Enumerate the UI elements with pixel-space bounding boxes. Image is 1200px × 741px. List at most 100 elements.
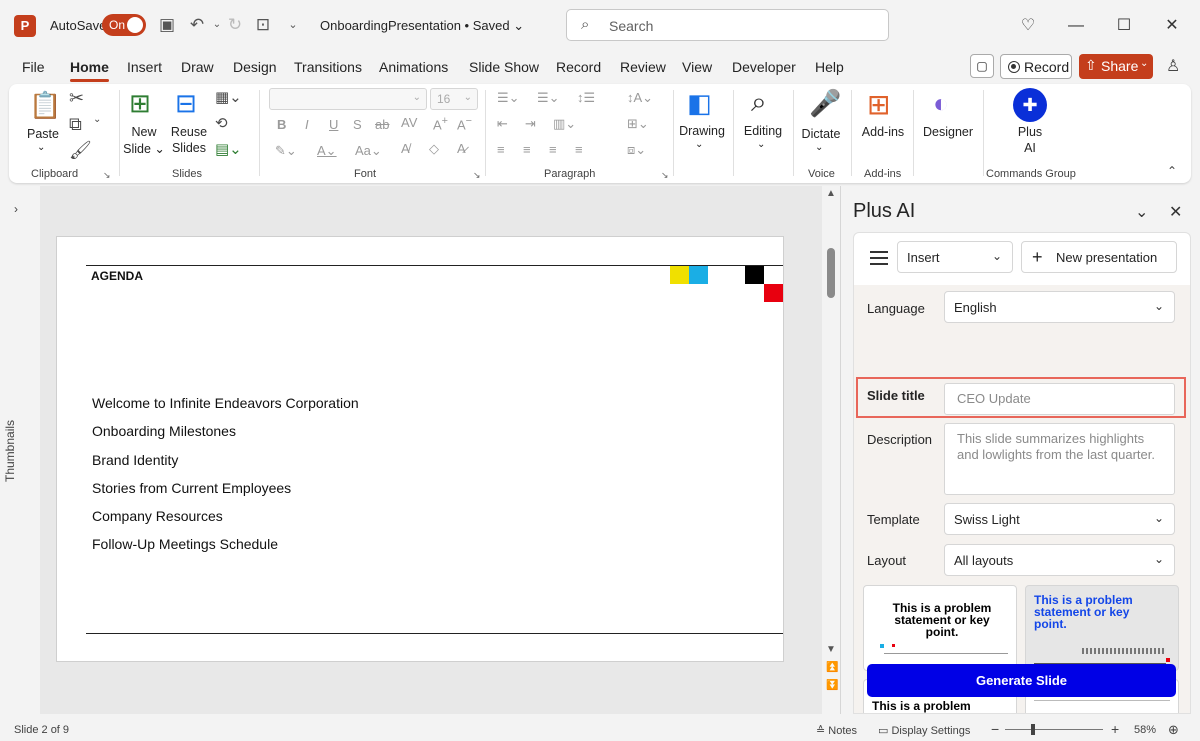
- font-color-icon[interactable]: A⌄: [317, 143, 337, 159]
- zoom-in-icon[interactable]: +: [1111, 721, 1119, 737]
- layout-icon[interactable]: ▦⌄: [215, 88, 242, 106]
- paste-button[interactable]: Paste: [25, 127, 61, 141]
- paragraph-launcher-icon[interactable]: ↘: [661, 170, 669, 181]
- text-effects-icon[interactable]: A̷: [457, 141, 466, 156]
- maximize-button[interactable]: ☐: [1112, 14, 1136, 38]
- comments-icon[interactable]: ▢: [970, 54, 994, 78]
- plus-ai-label-1[interactable]: Plus: [1010, 125, 1050, 139]
- change-case-button[interactable]: Aa⌄: [355, 143, 382, 159]
- pane-options-icon[interactable]: ⌄: [1135, 202, 1148, 222]
- addins-grid-icon[interactable]: ⊞: [867, 88, 890, 121]
- drawing-shapes-icon[interactable]: ◧: [687, 88, 712, 119]
- display-settings-button[interactable]: ▭ Display Settings: [878, 724, 970, 737]
- language-dropdown[interactable]: English ⌄: [944, 291, 1175, 323]
- plus-ai-icon[interactable]: ✚: [1013, 88, 1047, 122]
- scroll-thumb[interactable]: [827, 248, 835, 298]
- present-icon[interactable]: ⊡: [252, 14, 274, 36]
- dictate-button[interactable]: Dictate: [797, 127, 845, 141]
- tab-file[interactable]: File: [22, 59, 45, 75]
- align-center-icon[interactable]: ≡: [523, 142, 531, 157]
- layout-card[interactable]: This is a problem statement or key point…: [863, 585, 1017, 671]
- new-slide-icon[interactable]: ⊞: [129, 88, 151, 119]
- drawing-button[interactable]: Drawing: [675, 124, 729, 138]
- microphone-icon[interactable]: 🎤: [809, 88, 841, 119]
- search-box[interactable]: ⌕ Search: [566, 9, 889, 41]
- layout-dropdown[interactable]: All layouts ⌄: [944, 544, 1175, 576]
- font-name-dropdown[interactable]: ⌄: [269, 88, 427, 110]
- new-slide-button[interactable]: Slide ⌄: [121, 141, 167, 156]
- zoom-out-icon[interactable]: −: [991, 721, 999, 737]
- menu-icon[interactable]: [870, 251, 888, 265]
- slide-heading[interactable]: AGENDA: [91, 269, 143, 283]
- scroll-down-icon[interactable]: ▼: [826, 644, 836, 655]
- reuse-slides-label-1[interactable]: Reuse: [169, 125, 209, 139]
- align-text-icon[interactable]: ⊞⌄: [627, 116, 649, 132]
- shadow-button[interactable]: S: [353, 117, 362, 132]
- editing-button[interactable]: Editing: [739, 124, 787, 138]
- record-button[interactable]: Record: [1000, 54, 1072, 79]
- plus-ai-button[interactable]: AI: [1010, 141, 1050, 155]
- agenda-item[interactable]: Welcome to Infinite Endeavors Corporatio…: [92, 395, 359, 411]
- cut-icon[interactable]: ✂: [69, 88, 84, 109]
- agenda-item[interactable]: Company Resources: [92, 508, 223, 524]
- zoom-slider-thumb[interactable]: [1031, 724, 1035, 735]
- decrease-font-icon[interactable]: A−: [457, 115, 472, 132]
- bold-button[interactable]: B: [277, 117, 286, 132]
- smartart-icon[interactable]: ⧈⌄: [627, 142, 646, 158]
- columns-icon[interactable]: ▥⌄: [553, 116, 576, 132]
- next-slide-icon[interactable]: ⏬: [826, 680, 838, 691]
- autosave-toggle[interactable]: On: [102, 14, 146, 36]
- scroll-up-icon[interactable]: ▲: [826, 188, 836, 199]
- italic-button[interactable]: I: [305, 117, 309, 132]
- justify-icon[interactable]: ≡: [575, 142, 583, 157]
- copy-dropdown-icon[interactable]: ⌄: [93, 114, 101, 125]
- lightbulb-icon[interactable]: ♡: [1016, 14, 1040, 38]
- editing-search-icon[interactable]: ⌕: [751, 86, 767, 119]
- bullets-icon[interactable]: ☰⌄: [497, 90, 520, 106]
- tab-transitions[interactable]: Transitions: [294, 59, 362, 75]
- generate-slide-button[interactable]: Generate Slide: [867, 664, 1176, 697]
- eraser-icon[interactable]: ◇: [429, 141, 439, 157]
- editing-dropdown-icon[interactable]: ⌄: [757, 139, 765, 150]
- clear-format-icon[interactable]: A̸: [401, 141, 410, 156]
- slide-title-input[interactable]: CEO Update: [944, 383, 1175, 415]
- tab-developer[interactable]: Developer: [732, 59, 796, 75]
- vertical-scrollbar[interactable]: ▲ ▼ ⏫ ⏬: [822, 186, 840, 714]
- line-spacing-icon[interactable]: ↕☰: [577, 90, 595, 106]
- align-right-icon[interactable]: ≡: [549, 142, 557, 157]
- slide[interactable]: AGENDA Welcome to Infinite Endeavors Cor…: [56, 236, 784, 662]
- underline-button[interactable]: U: [329, 117, 338, 132]
- dictate-dropdown-icon[interactable]: ⌄: [815, 142, 823, 153]
- pane-close-icon[interactable]: ✕: [1169, 202, 1182, 222]
- agenda-item[interactable]: Onboarding Milestones: [92, 423, 236, 439]
- coauthor-icon[interactable]: ♙: [1166, 56, 1180, 76]
- close-button[interactable]: ✕: [1160, 14, 1184, 38]
- font-launcher-icon[interactable]: ↘: [473, 170, 481, 181]
- font-size-dropdown[interactable]: 16 ⌄: [430, 88, 478, 110]
- tab-design[interactable]: Design: [233, 59, 277, 75]
- text-direction-icon[interactable]: ↕A⌄: [627, 90, 653, 106]
- agenda-item[interactable]: Follow-Up Meetings Schedule: [92, 536, 278, 552]
- save-icon[interactable]: ▣: [156, 14, 178, 36]
- increase-indent-icon[interactable]: ⇥: [525, 116, 536, 132]
- highlight-icon[interactable]: ✎⌄: [275, 143, 297, 159]
- agenda-item[interactable]: Brand Identity: [92, 452, 178, 468]
- tab-help[interactable]: Help: [815, 59, 844, 75]
- paste-icon[interactable]: 📋: [29, 90, 61, 121]
- zoom-slider-track[interactable]: [1005, 729, 1103, 730]
- document-title[interactable]: OnboardingPresentation • Saved ⌄: [320, 18, 524, 34]
- drawing-dropdown-icon[interactable]: ⌄: [695, 139, 703, 150]
- paste-dropdown-icon[interactable]: ⌄: [37, 142, 45, 153]
- align-left-icon[interactable]: ≡: [497, 142, 505, 157]
- addins-button[interactable]: Add-ins: [859, 125, 907, 139]
- expand-thumbnails-icon[interactable]: ›: [14, 202, 18, 216]
- reuse-slides-button[interactable]: Slides: [169, 141, 209, 155]
- tab-slide-show[interactable]: Slide Show: [469, 59, 539, 75]
- clipboard-launcher-icon[interactable]: ↘: [103, 170, 111, 181]
- zoom-level[interactable]: 58%: [1134, 724, 1156, 736]
- character-spacing-button[interactable]: AV: [401, 115, 417, 130]
- agenda-item[interactable]: Stories from Current Employees: [92, 480, 291, 496]
- designer-icon[interactable]: ◐: [933, 88, 949, 119]
- previous-slide-icon[interactable]: ⏫: [826, 662, 838, 673]
- share-button[interactable]: ⇧ Share ⌄: [1079, 54, 1153, 79]
